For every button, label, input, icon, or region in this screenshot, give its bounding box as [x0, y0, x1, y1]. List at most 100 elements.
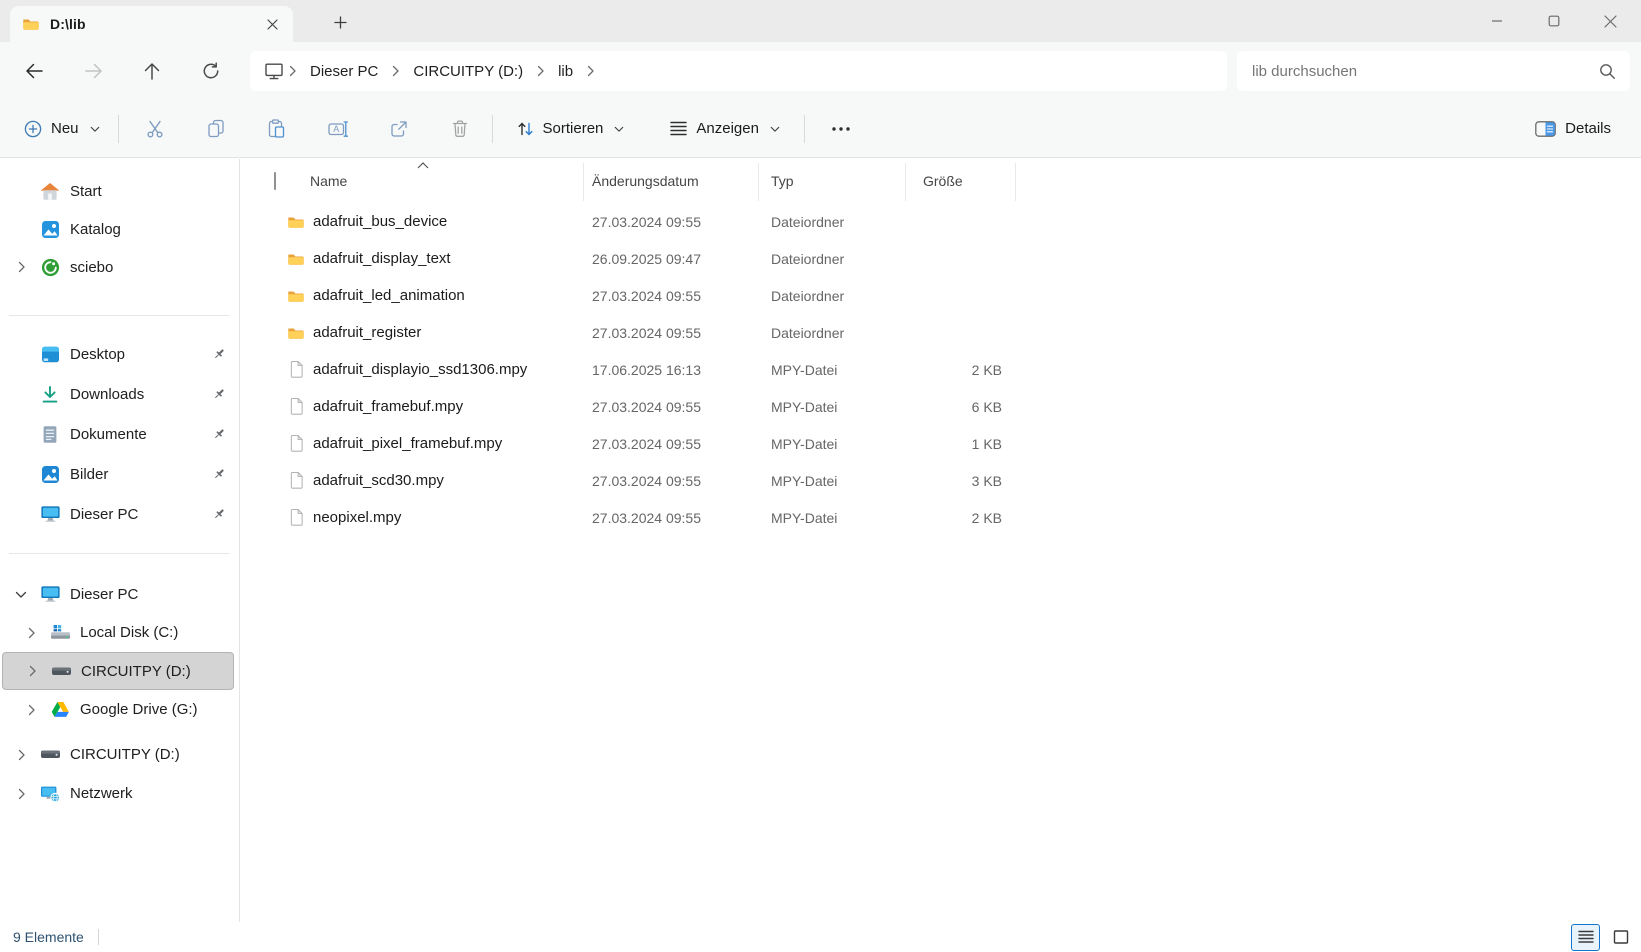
- new-button[interactable]: Neu: [14, 109, 110, 149]
- search-input[interactable]: lib durchsuchen: [1237, 51, 1630, 91]
- table-row[interactable]: adafruit_bus_device 27.03.2024 09:55 Dat…: [274, 203, 1641, 240]
- chevron-right-icon[interactable]: [25, 627, 37, 639]
- sidebar-label: Dieser PC: [70, 586, 138, 603]
- column-divider[interactable]: [758, 163, 759, 201]
- column-divider[interactable]: [1015, 163, 1016, 201]
- sidebar-item-circuitpy-d[interactable]: CIRCUITPY (D:): [0, 735, 239, 774]
- forward-button[interactable]: [71, 49, 115, 93]
- chevron-right-icon[interactable]: [15, 788, 27, 800]
- file-date: 27.03.2024 09:55: [583, 473, 758, 489]
- chevron-right-icon[interactable]: [26, 665, 38, 677]
- chevron-right-icon: [585, 65, 596, 77]
- tab-close-icon[interactable]: [261, 13, 283, 35]
- minimize-button[interactable]: [1468, 0, 1525, 42]
- sidebar-item-bilder[interactable]: Bilder: [0, 454, 239, 494]
- column-header-date[interactable]: Änderungsdatum: [583, 171, 758, 191]
- sidebar-item-dokumente[interactable]: Dokumente: [0, 414, 239, 454]
- chevron-right-icon[interactable]: [15, 749, 27, 761]
- table-row[interactable]: adafruit_display_text 26.09.2025 09:47 D…: [274, 240, 1641, 277]
- sidebar-item-dieser-pc-pinned[interactable]: Dieser PC: [0, 494, 239, 534]
- monitor-icon[interactable]: [264, 62, 284, 81]
- paste-button[interactable]: [257, 109, 297, 149]
- sidebar-item-netzwerk[interactable]: Netzwerk: [0, 774, 239, 813]
- sidebar-item-sciebo[interactable]: sciebo: [0, 248, 239, 286]
- details-view-button[interactable]: [1571, 924, 1600, 951]
- view-button[interactable]: Anzeigen: [660, 109, 790, 149]
- sidebar-item-katalog[interactable]: Katalog: [0, 210, 239, 248]
- table-row[interactable]: adafruit_framebuf.mpy 27.03.2024 09:55 M…: [274, 388, 1641, 425]
- new-button-label: Neu: [51, 120, 79, 137]
- search-placeholder: lib durchsuchen: [1252, 63, 1599, 80]
- sort-button[interactable]: Sortieren: [507, 109, 635, 149]
- file-name: adafruit_bus_device: [313, 213, 447, 230]
- tab-title: D:\lib: [50, 16, 261, 32]
- breadcrumb-item-dieser-pc[interactable]: Dieser PC: [301, 59, 387, 84]
- share-button[interactable]: [379, 109, 419, 149]
- chevron-down-icon[interactable]: [15, 589, 27, 600]
- google-drive-icon: [49, 701, 71, 718]
- file-size: 2 KB: [905, 362, 1015, 378]
- sidebar-item-downloads[interactable]: Downloads: [0, 374, 239, 414]
- breadcrumb-item-circuitpy[interactable]: CIRCUITPY (D:): [404, 59, 532, 84]
- file-name: adafruit_framebuf.mpy: [313, 398, 463, 415]
- rename-button[interactable]: A: [318, 109, 358, 149]
- cut-button[interactable]: [135, 109, 175, 149]
- sidebar-tree-dieser-pc[interactable]: Dieser PC: [0, 575, 239, 613]
- file-size: 6 KB: [905, 399, 1015, 415]
- sidebar-label: CIRCUITPY (D:): [81, 663, 191, 680]
- sidebar-label: Dokumente: [70, 426, 147, 443]
- file-type: MPY-Datei: [758, 473, 905, 489]
- column-header-type[interactable]: Typ: [758, 171, 905, 191]
- chevron-right-icon[interactable]: [25, 704, 37, 716]
- copy-button[interactable]: [196, 109, 236, 149]
- this-pc-icon: [39, 585, 61, 603]
- file-type: MPY-Datei: [758, 510, 905, 526]
- sidebar-label: Netzwerk: [70, 785, 133, 802]
- new-tab-button[interactable]: [328, 11, 352, 33]
- file-type: Dateiordner: [758, 288, 905, 304]
- large-icons-view-button[interactable]: [1606, 924, 1635, 951]
- sort-icon: [517, 121, 534, 137]
- details-pane-button[interactable]: Details: [1525, 109, 1621, 149]
- table-row[interactable]: adafruit_scd30.mpy 27.03.2024 09:55 MPY-…: [274, 462, 1641, 499]
- table-row[interactable]: neopixel.mpy 27.03.2024 09:55 MPY-Datei …: [274, 499, 1641, 536]
- search-icon[interactable]: [1599, 63, 1616, 80]
- folder-icon: [287, 251, 305, 267]
- table-row[interactable]: adafruit_pixel_framebuf.mpy 27.03.2024 0…: [274, 425, 1641, 462]
- file-type: MPY-Datei: [758, 399, 905, 415]
- file-type: MPY-Datei: [758, 362, 905, 378]
- sidebar-tree-google-drive-g[interactable]: Google Drive (G:): [0, 690, 239, 729]
- table-row[interactable]: adafruit_register 27.03.2024 09:55 Datei…: [274, 314, 1641, 351]
- file-name: adafruit_pixel_framebuf.mpy: [313, 435, 502, 452]
- refresh-button[interactable]: [189, 49, 233, 93]
- breadcrumb-item-lib[interactable]: lib: [549, 59, 582, 84]
- tab-d-lib[interactable]: D:\lib: [10, 6, 293, 42]
- sidebar: Start Katalog: [0, 159, 240, 922]
- column-divider[interactable]: [905, 163, 906, 201]
- sidebar-item-desktop[interactable]: Desktop: [0, 334, 239, 374]
- command-bar: Neu A: [0, 100, 1641, 158]
- sidebar-label: Katalog: [70, 221, 121, 238]
- chevron-down-icon: [90, 124, 100, 134]
- column-header-name[interactable]: Name: [304, 171, 583, 191]
- select-all-checkbox[interactable]: [274, 172, 276, 190]
- usb-drive-icon: [39, 749, 61, 760]
- column-divider[interactable]: [583, 163, 584, 201]
- sidebar-tree-local-disk-c[interactable]: Local Disk (C:): [0, 613, 239, 652]
- back-button[interactable]: [12, 49, 56, 93]
- sidebar-item-start[interactable]: Start: [0, 172, 239, 210]
- table-row[interactable]: adafruit_led_animation 27.03.2024 09:55 …: [274, 277, 1641, 314]
- sidebar-tree-circuitpy-d-selected[interactable]: CIRCUITPY (D:): [2, 652, 234, 690]
- pin-icon: [212, 467, 226, 481]
- close-button[interactable]: [1582, 0, 1639, 42]
- delete-button[interactable]: [440, 109, 480, 149]
- pin-icon: [212, 427, 226, 441]
- up-button[interactable]: [130, 49, 174, 93]
- more-button[interactable]: [821, 109, 861, 149]
- column-header-size[interactable]: Größe: [905, 171, 1015, 191]
- file-size: 1 KB: [905, 436, 1015, 452]
- chevron-right-icon[interactable]: [15, 261, 27, 273]
- file-type: Dateiordner: [758, 325, 905, 341]
- maximize-button[interactable]: [1525, 0, 1582, 42]
- table-row[interactable]: adafruit_displayio_ssd1306.mpy 17.06.202…: [274, 351, 1641, 388]
